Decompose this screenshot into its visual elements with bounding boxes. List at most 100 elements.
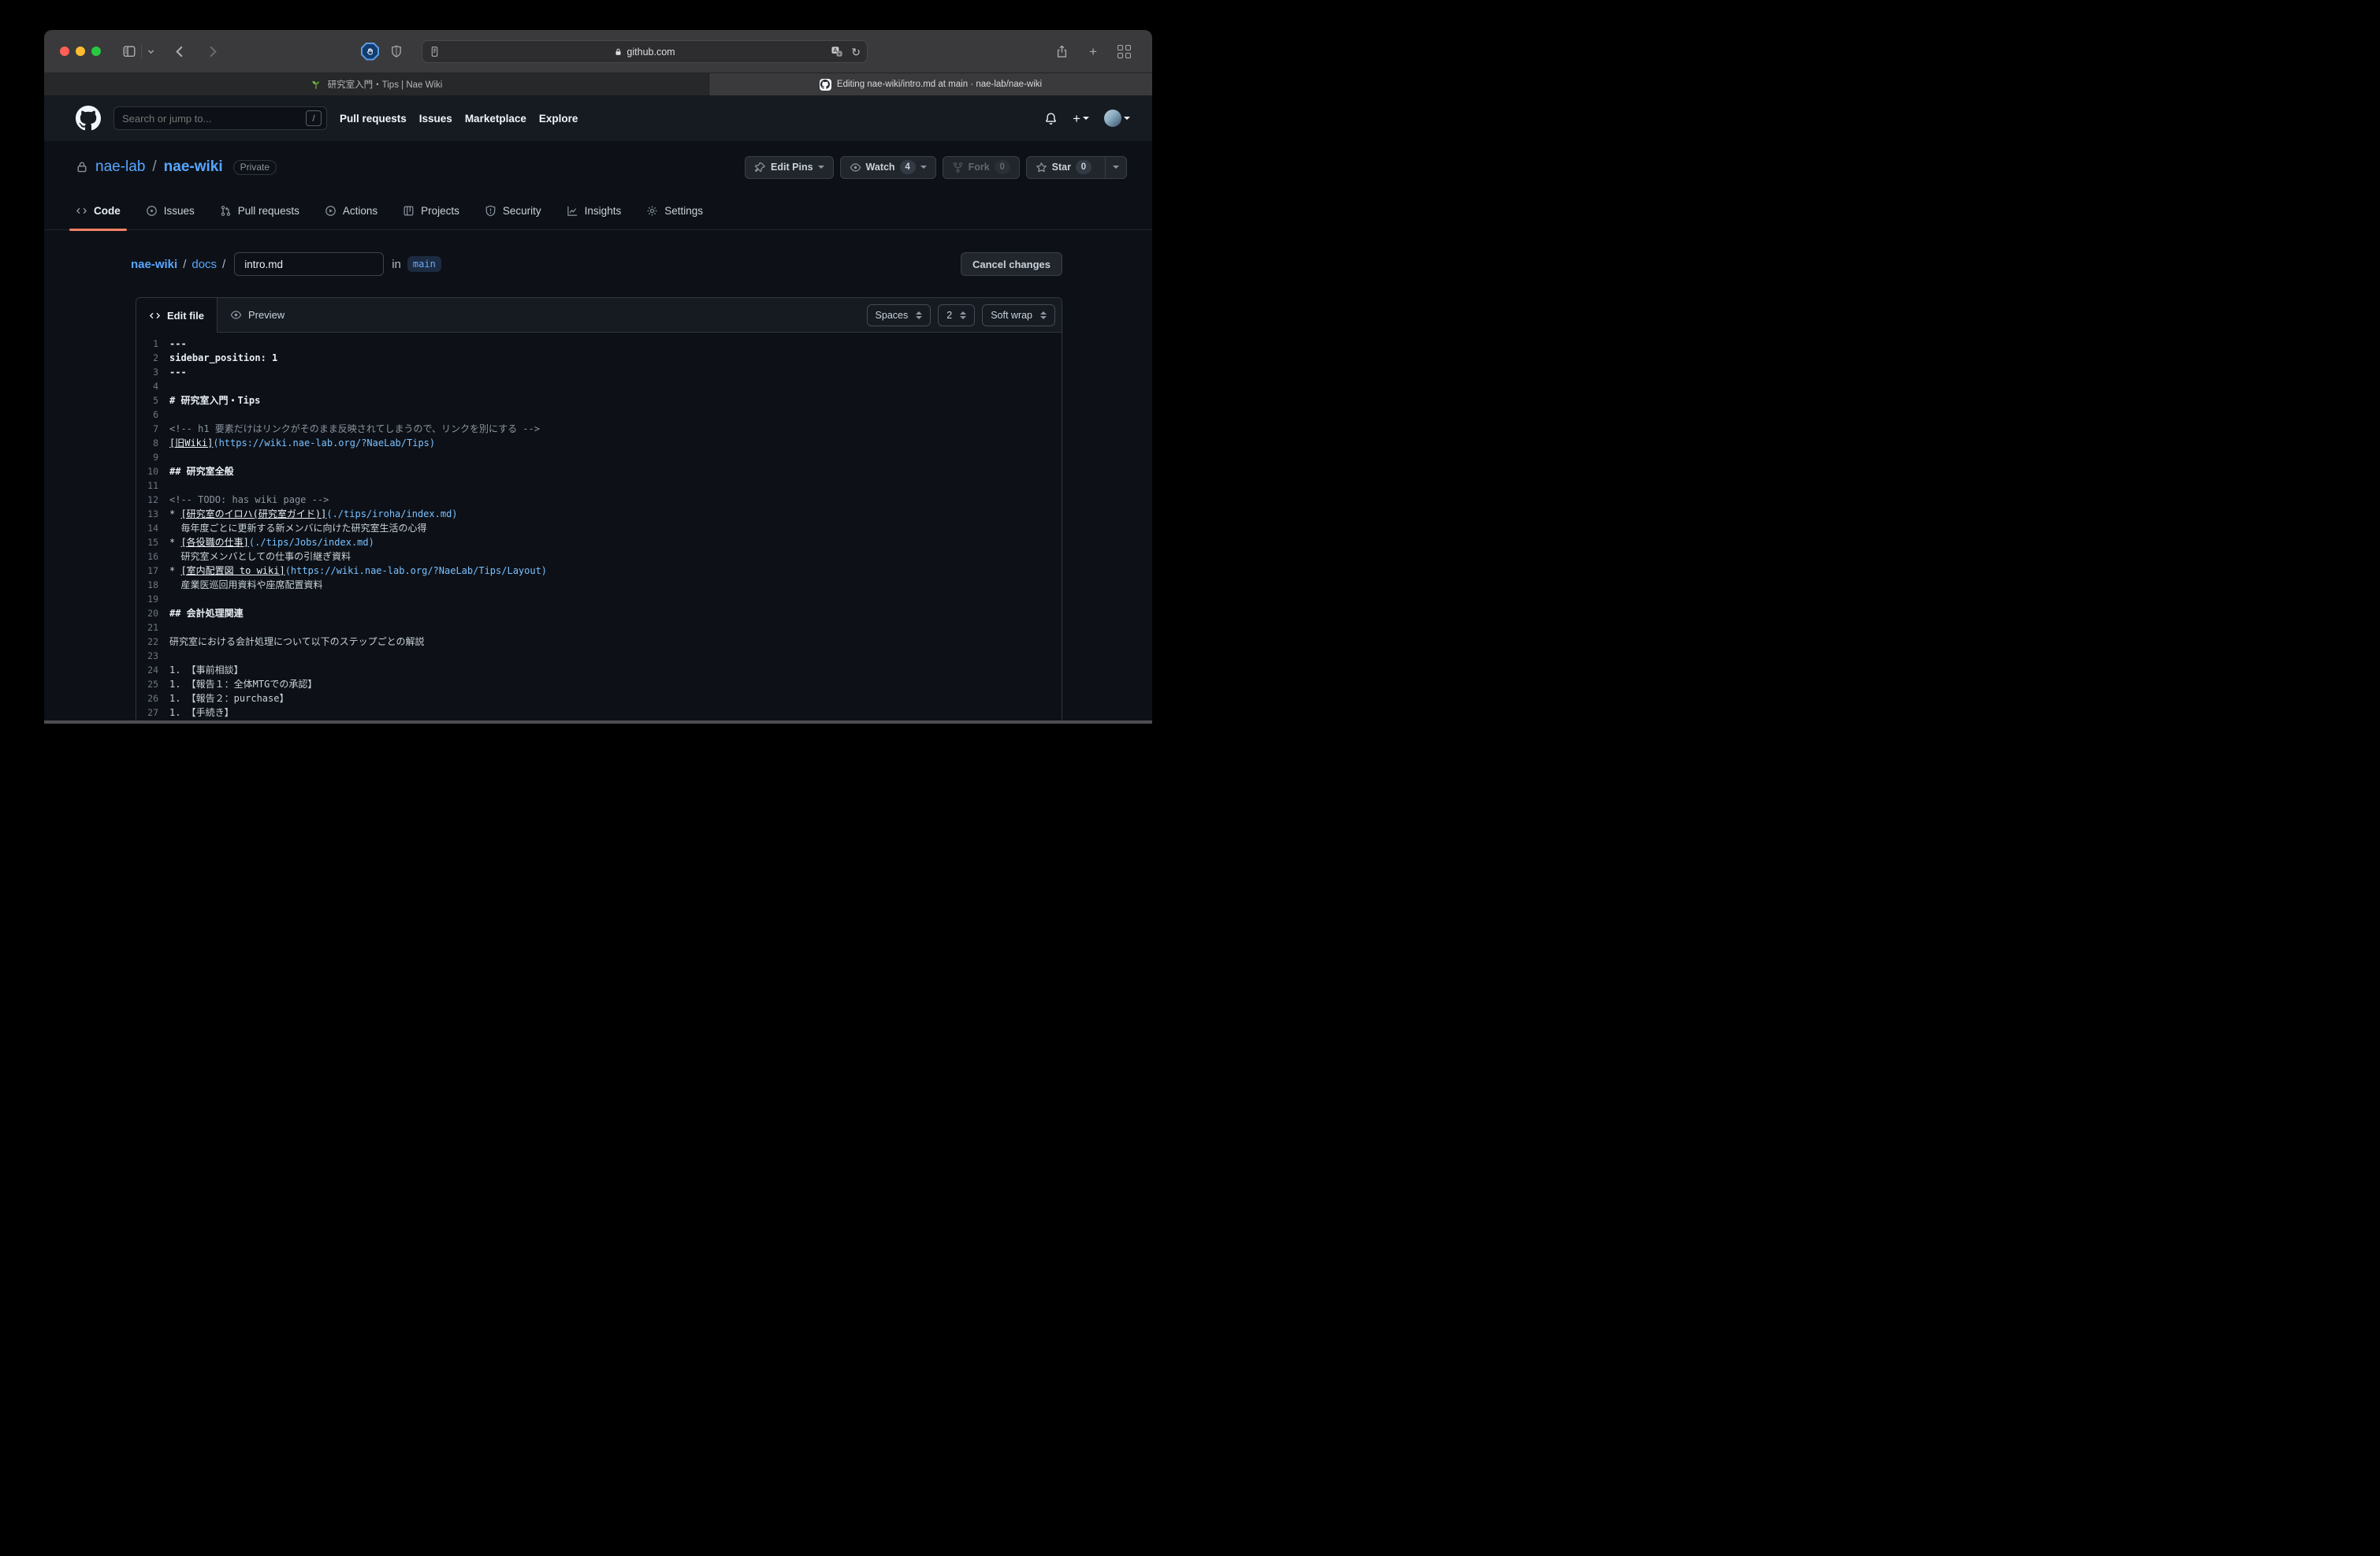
breadcrumb-dir-link[interactable]: docs (192, 258, 217, 271)
code-line[interactable]: 10## 研究室全般 (136, 464, 1062, 478)
code-token: --- (169, 365, 187, 379)
repo-tab-code[interactable]: Code (69, 192, 127, 230)
cancel-changes-button[interactable]: Cancel changes (961, 252, 1062, 276)
code-token: --- (169, 337, 187, 351)
code-line[interactable]: 7<!-- h1 要素だけはリンクがそのまま反映されてしまうので、リンクを別にす… (136, 422, 1062, 436)
repo-tab-actions[interactable]: Actions (318, 192, 384, 230)
code-line[interactable]: 4 (136, 379, 1062, 393)
code-token: ## 研究室全般 (169, 464, 234, 478)
code-line[interactable]: 251. 【報告１：全体MTGでの承認】 (136, 677, 1062, 691)
tab-preview-label: Preview (248, 309, 284, 321)
back-button[interactable] (173, 44, 188, 59)
reload-icon[interactable]: ↻ (851, 47, 861, 58)
new-tab-button[interactable]: + (1089, 45, 1097, 58)
code-token: 1. 【事前相談】 (169, 663, 244, 677)
code-line[interactable]: 241. 【事前相談】 (136, 663, 1062, 677)
zoom-window-button[interactable] (91, 47, 101, 56)
fork-button[interactable]: Fork 0 (943, 156, 1020, 179)
select-arrows-icon (1040, 311, 1047, 319)
close-window-button[interactable] (60, 47, 69, 56)
code-line[interactable]: 12<!-- TODO: has wiki page --> (136, 493, 1062, 507)
filename-input[interactable] (234, 252, 384, 276)
forward-button[interactable] (205, 44, 220, 59)
code-line[interactable]: 2sidebar_position: 1 (136, 351, 1062, 365)
browser-tab-nae-wiki[interactable]: 研究室入門・Tips | Nae Wiki (44, 73, 709, 95)
tab-strip: 研究室入門・Tips | Nae Wiki Editing nae-wiki/i… (44, 73, 1152, 95)
star-dropdown[interactable] (1105, 157, 1126, 178)
window-bottom-edge (44, 720, 1152, 724)
repo-name-link[interactable]: nae-wiki (164, 158, 223, 176)
edit-pins-button[interactable]: Edit Pins (745, 156, 833, 179)
minimize-window-button[interactable] (76, 47, 85, 56)
code-token: * (169, 535, 180, 549)
repo-tab-issues[interactable]: Issues (139, 192, 201, 230)
code-line[interactable]: 23 (136, 649, 1062, 663)
repo-tab-projects[interactable]: Projects (396, 192, 466, 230)
code-line[interactable]: 14 毎年度ごとに更新する新メンバに向けた研究室生活の心得 (136, 521, 1062, 535)
code-line[interactable]: 11 (136, 478, 1062, 493)
translate-icon[interactable]: A ★ (831, 46, 843, 58)
code-line[interactable]: 17* [室内配置図 to wiki](https://wiki.nae-lab… (136, 564, 1062, 578)
code-line[interactable]: 1--- (136, 337, 1062, 351)
code-line[interactable]: 8[旧Wiki](https://wiki.nae-lab.org/?NaeLa… (136, 436, 1062, 450)
code-line[interactable]: 5# 研究室入門・Tips (136, 393, 1062, 408)
share-icon[interactable] (1055, 44, 1069, 59)
breadcrumb-repo-link[interactable]: nae-wiki (131, 258, 177, 271)
browser-tab-editing-intro[interactable]: Editing nae-wiki/intro.md at main · nae-… (709, 73, 1152, 95)
indent-mode-value: Spaces (876, 310, 909, 321)
code-line[interactable]: 271. 【手続き】 (136, 705, 1062, 720)
repo-tab-pull-requests[interactable]: Pull requests (214, 192, 306, 230)
indent-size-select[interactable]: 2 (938, 304, 975, 326)
code-line[interactable]: 15* [各役職の仕事](./tips/Jobs/index.md) (136, 535, 1062, 549)
code-line[interactable]: 20## 会計処理関連 (136, 606, 1062, 620)
code-line[interactable]: 13* [研究室のイロハ(研究室ガイド)](./tips/iroha/index… (136, 507, 1062, 521)
user-menu[interactable] (1104, 110, 1130, 127)
code-line[interactable]: 3--- (136, 365, 1062, 379)
repo-tab-security[interactable]: Security (478, 192, 548, 230)
watch-label: Watch (866, 162, 895, 173)
repo-owner-link[interactable]: nae-lab (95, 158, 145, 176)
watch-button[interactable]: Watch 4 (840, 156, 936, 179)
tab-overview-icon[interactable] (1117, 45, 1131, 58)
star-button[interactable]: Star 0 (1026, 156, 1127, 179)
svg-text:★: ★ (838, 52, 842, 57)
github-search[interactable]: / (113, 106, 327, 130)
address-bar[interactable]: github.com A ★ ↻ (422, 40, 868, 63)
github-logo-icon[interactable] (76, 106, 101, 131)
code-line[interactable]: 261. 【報告２：purchase】 (136, 691, 1062, 705)
notifications-bell-icon[interactable] (1044, 112, 1058, 125)
sidebar-icon[interactable] (122, 44, 136, 58)
code-line[interactable]: 19 (136, 592, 1062, 606)
chevron-down-icon[interactable] (147, 47, 155, 56)
privacy-shield-icon[interactable] (390, 44, 403, 58)
nav-pull-requests[interactable]: Pull requests (340, 113, 407, 125)
github-header: / Pull requests Issues Marketplace Explo… (44, 95, 1152, 141)
code-token: 産業医巡回用資料や座席配置資料 (169, 578, 322, 592)
indent-mode-select[interactable]: Spaces (867, 304, 932, 326)
content-blocker-icon[interactable] (361, 43, 379, 61)
code-editor-area[interactable]: 1---2sidebar_position: 13---45# 研究室入門・Ti… (136, 333, 1062, 720)
tab-edit-file[interactable]: Edit file (136, 298, 218, 333)
repo-tab-insights[interactable]: Insights (560, 192, 628, 230)
code-line[interactable]: 21 (136, 620, 1062, 635)
code-line[interactable]: 9 (136, 450, 1062, 464)
code-line[interactable]: 18 産業医巡回用資料や座席配置資料 (136, 578, 1062, 592)
line-number: 27 (136, 705, 169, 720)
nav-explore[interactable]: Explore (539, 113, 578, 125)
pin-icon (754, 162, 766, 173)
code-line[interactable]: 22研究室における会計処理について以下のステップごとの解説 (136, 635, 1062, 649)
tab-preview[interactable]: Preview (218, 298, 297, 333)
line-number: 17 (136, 564, 169, 578)
wrap-mode-select[interactable]: Soft wrap (982, 304, 1055, 326)
create-new-button[interactable]: + (1073, 112, 1089, 125)
search-input[interactable] (114, 113, 306, 125)
nav-issues[interactable]: Issues (419, 113, 452, 125)
repo-tab-settings[interactable]: Settings (640, 192, 709, 230)
code-line[interactable]: 6 (136, 408, 1062, 422)
star-label: Star (1052, 162, 1071, 173)
code-line[interactable]: 16 研究室メンバとしての仕事の引継ぎ資料 (136, 549, 1062, 564)
git-pull-request-icon (220, 205, 232, 217)
line-number: 23 (136, 649, 169, 663)
nav-marketplace[interactable]: Marketplace (465, 113, 526, 125)
reader-icon[interactable] (429, 46, 441, 58)
